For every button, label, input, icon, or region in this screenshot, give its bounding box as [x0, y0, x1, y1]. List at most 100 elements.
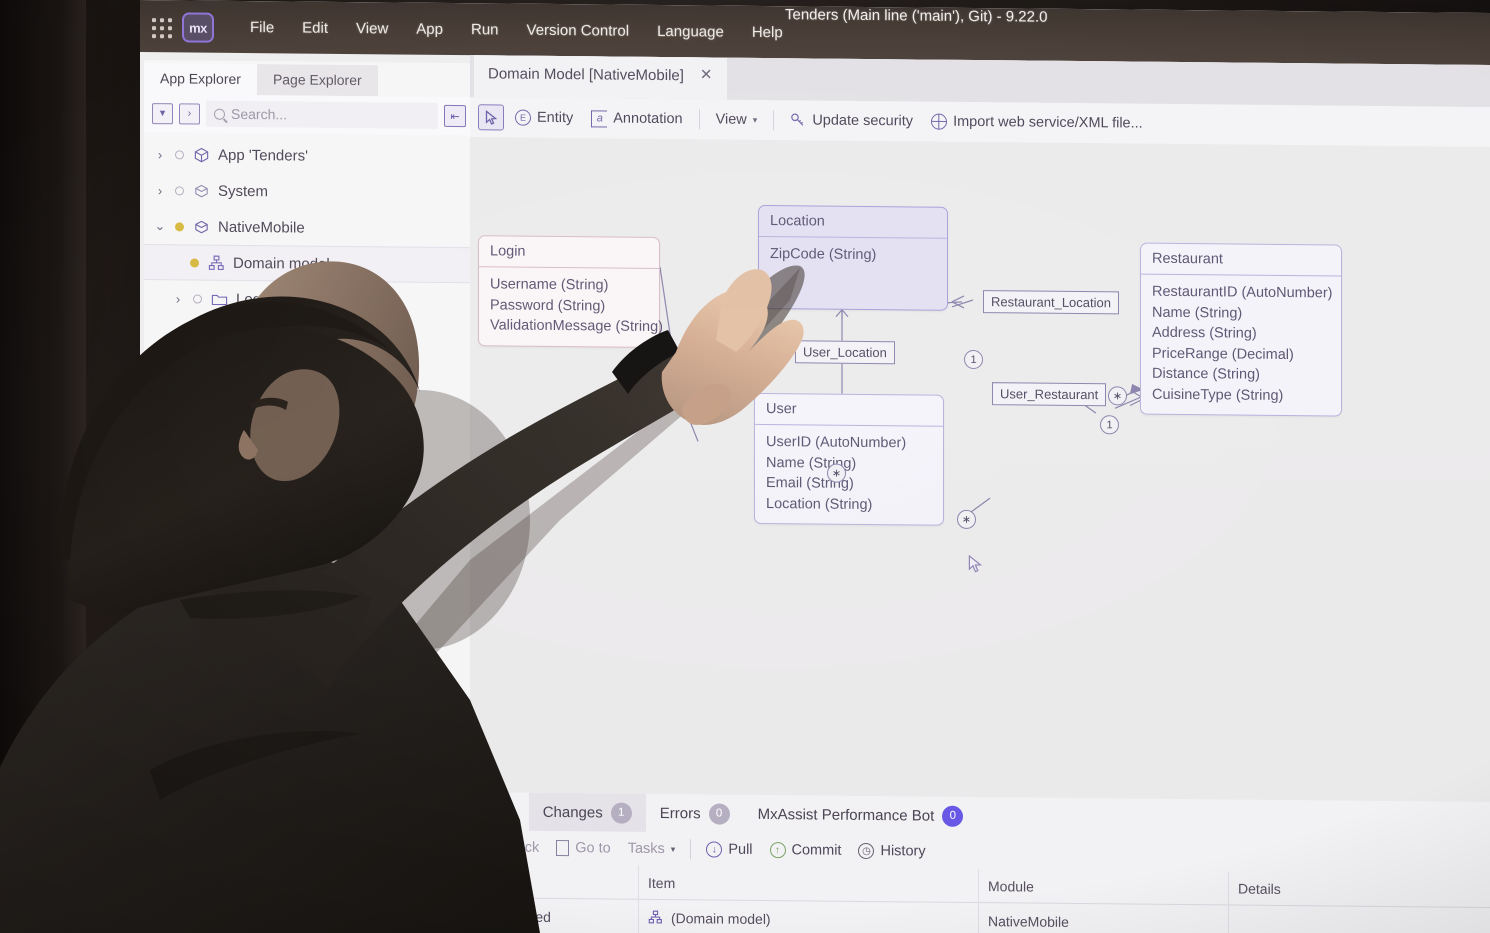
- column-header-status[interactable]: Status: [470, 864, 638, 899]
- entity-attribute: RestaurantID (AutoNumber): [1152, 283, 1333, 302]
- app-launcher-grid-icon[interactable]: [150, 16, 174, 40]
- security-key-icon: [790, 112, 806, 128]
- column-header-item[interactable]: Item: [638, 866, 978, 902]
- entity-attribute: Username (String): [490, 276, 609, 294]
- menu-item-language[interactable]: Language: [643, 19, 738, 45]
- add-entity-button[interactable]: E Entity: [508, 107, 580, 130]
- back-button[interactable]: ← Back: [478, 836, 546, 859]
- entity-name: User: [755, 393, 943, 427]
- tab-label: MxAssist Performance Bot: [757, 805, 935, 825]
- tree-item-nativemobile[interactable]: ⌄ NativeMobile: [144, 208, 474, 247]
- app-explorer-panel: App Explorer Page Explorer ▾ › Search...…: [144, 60, 474, 764]
- tab-page-explorer[interactable]: Page Explorer: [256, 64, 378, 97]
- column-header-details[interactable]: Details: [1228, 871, 1490, 907]
- tree-item-app-tenders[interactable]: › App 'Tenders': [144, 136, 474, 175]
- entity-attribute: Email (String): [766, 475, 854, 492]
- chevron-right-icon[interactable]: ›: [152, 147, 168, 162]
- menu-item-view[interactable]: View: [342, 16, 402, 42]
- column-header-module[interactable]: Module: [978, 869, 1228, 904]
- mendix-logo-icon[interactable]: mx: [182, 12, 214, 43]
- search-input[interactable]: Search...: [206, 100, 438, 129]
- editor-tab-label: Domain Model [NativeMobile]: [488, 65, 684, 85]
- tab-domain-model-nativemobile[interactable]: Domain Model [NativeMobile] ✕: [474, 55, 727, 100]
- menu-item-app[interactable]: App: [402, 17, 457, 43]
- association-label-user-restaurant[interactable]: User_Restaurant: [992, 382, 1107, 407]
- chevron-down-icon[interactable]: ⌄: [152, 218, 168, 234]
- entity-attribute: Password (String): [490, 296, 606, 314]
- update-security-label: Update security: [812, 112, 914, 130]
- tree-item-label: ..._Native: [236, 326, 300, 345]
- multiplicity-marker: 1: [964, 349, 983, 370]
- entity-attribute: CuisineType (String): [1152, 386, 1284, 404]
- update-security-button[interactable]: Update security: [783, 109, 920, 132]
- ide-body: App Explorer Page Explorer ▾ › Search...…: [140, 52, 1490, 933]
- tab-mxassist-performance-bot[interactable]: MxAssist Performance Bot 0: [744, 795, 978, 835]
- entity-restaurant[interactable]: Restaurant RestaurantID (AutoNumber) Nam…: [1140, 242, 1342, 417]
- pointer-tool-icon[interactable]: [478, 104, 504, 131]
- history-button[interactable]: ◷ History: [851, 840, 932, 863]
- column-divider: [1228, 871, 1229, 933]
- chevron-right-icon[interactable]: ›: [170, 291, 186, 306]
- back-label: Back: [507, 839, 540, 856]
- commit-button[interactable]: ↑ Commit: [763, 839, 849, 862]
- search-placeholder: Search...: [231, 105, 288, 123]
- go-to-label: Go to: [575, 840, 611, 857]
- search-icon: [214, 108, 225, 120]
- pull-label: Pull: [728, 841, 753, 858]
- entity-user[interactable]: User UserID (AutoNumber) Name (String) E…: [754, 392, 944, 526]
- tree-item-native-obscured[interactable]: ..._Native: [144, 316, 474, 355]
- entity-login[interactable]: Login Username (String) Password (String…: [478, 235, 663, 348]
- dock-panel-icon[interactable]: ⇤: [444, 104, 466, 128]
- status-dot: [193, 294, 202, 304]
- tab-changes-partial[interactable]: ...nes: [470, 792, 529, 831]
- view-menu-button[interactable]: View ▾: [709, 108, 765, 131]
- menu-item-file[interactable]: File: [236, 15, 288, 41]
- close-icon[interactable]: ✕: [700, 66, 713, 83]
- collapse-all-icon[interactable]: ▾: [152, 102, 173, 124]
- domain-model-canvas[interactable]: Login Username (String) Password (String…: [470, 137, 1490, 802]
- entity-attributes: ZipCode (String): [759, 237, 947, 275]
- go-to-button[interactable]: Go to: [549, 837, 617, 860]
- menu-item-version-control[interactable]: Version Control: [513, 18, 644, 44]
- status-modified-dot-icon: [480, 910, 490, 921]
- tab-app-explorer[interactable]: App Explorer: [144, 63, 257, 96]
- multiplicity-marker: ∗: [1108, 386, 1127, 406]
- cell-item: (Domain model): [638, 909, 978, 928]
- menu-item-edit[interactable]: Edit: [288, 15, 342, 41]
- association-label-user-location[interactable]: User_Location: [795, 340, 895, 365]
- menu-item-run[interactable]: Run: [457, 17, 513, 43]
- add-annotation-button[interactable]: a Annotation: [584, 107, 689, 131]
- toolbar-divider: [698, 109, 700, 130]
- import-web-service-label: Import web service/XML file...: [953, 113, 1143, 132]
- cell-details: [1228, 923, 1490, 926]
- menu-item-help[interactable]: Help: [738, 20, 797, 46]
- explorer-tab-strip: App Explorer Page Explorer: [144, 60, 474, 97]
- tree-item-label: System: [218, 182, 269, 200]
- tab-errors[interactable]: Errors 0: [646, 794, 744, 833]
- pull-down-arrow-icon: ↓: [706, 841, 723, 858]
- status-dot: [175, 149, 184, 159]
- tab-label: Changes: [542, 803, 603, 821]
- entity-name: Login: [479, 236, 659, 269]
- import-web-service-button[interactable]: Import web service/XML file...: [924, 111, 1150, 135]
- column-divider: [638, 865, 639, 933]
- tasks-button[interactable]: Tasks ▾: [621, 838, 683, 861]
- tree-item-domain-model[interactable]: Domain model: [144, 244, 474, 284]
- status-dot: [175, 185, 184, 195]
- entity-location[interactable]: Location ZipCode (String): [758, 204, 948, 311]
- expand-all-icon[interactable]: ›: [179, 102, 200, 125]
- tree-item-login[interactable]: › Login: [144, 280, 474, 319]
- chevron-right-icon[interactable]: ›: [152, 183, 168, 198]
- status-dot-modified: [190, 257, 199, 268]
- tree-item-system[interactable]: › System: [144, 172, 474, 211]
- pull-button[interactable]: ↓ Pull: [699, 838, 759, 861]
- status-text: Modified: [498, 907, 551, 925]
- entity-label: Entity: [537, 109, 574, 127]
- tab-changes[interactable]: Changes 1: [528, 792, 646, 832]
- association-label-restaurant-location[interactable]: Restaurant_Location: [983, 290, 1119, 315]
- tree-item-label: Domain model: [233, 254, 330, 273]
- tasks-label: Tasks: [627, 840, 665, 858]
- multiplicity-marker: ∗: [666, 367, 685, 387]
- clock-icon: ◷: [858, 842, 875, 860]
- tab-label: Errors: [659, 804, 701, 822]
